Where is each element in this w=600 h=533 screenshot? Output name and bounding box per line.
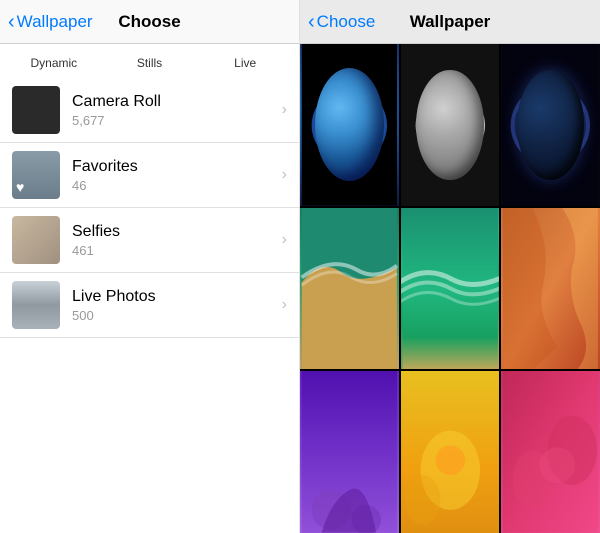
moon-wallpaper-cell[interactable]: [401, 44, 500, 206]
night-earth-wallpaper-cell[interactable]: [501, 44, 600, 206]
live-photos-text: Live Photos 500: [72, 288, 282, 323]
live-photos-count: 500: [72, 308, 282, 323]
camera-roll-thumb: [12, 86, 60, 134]
right-nav-bar: ‹ Choose Wallpaper: [300, 0, 600, 44]
category-thumbnails: Dynamic Stills: [0, 44, 299, 78]
dynamic-category[interactable]: Dynamic: [8, 52, 100, 78]
favorites-thumb: [12, 151, 60, 199]
camera-roll-name: Camera Roll: [72, 93, 282, 111]
live-photos-item[interactable]: Live Photos 500 ›: [0, 273, 299, 338]
earth-wallpaper-cell[interactable]: [300, 44, 399, 206]
favorites-item[interactable]: Favorites 46 ›: [0, 143, 299, 208]
camera-roll-chevron-icon: ›: [282, 101, 287, 119]
right-back-label: Choose: [317, 12, 376, 32]
photo-albums-list: Camera Roll 5,677 › Favorites 46 › Selfi…: [0, 78, 299, 533]
wave2-wallpaper-cell[interactable]: [401, 208, 500, 370]
wallpaper-photo-grid: [300, 44, 600, 533]
left-nav-title: Choose: [118, 12, 180, 32]
right-back-button[interactable]: ‹ Choose: [308, 12, 375, 32]
camera-roll-text: Camera Roll 5,677: [72, 93, 282, 128]
live-photos-chevron-icon: ›: [282, 296, 287, 314]
right-chevron-icon: ‹: [308, 12, 315, 32]
dynamic-label: Dynamic: [8, 52, 100, 78]
left-back-label: Wallpaper: [17, 12, 93, 32]
right-nav-title: Wallpaper: [410, 12, 491, 32]
abstract-wallpaper-cell[interactable]: [501, 208, 600, 370]
selfies-count: 461: [72, 243, 282, 258]
favorites-count: 46: [72, 178, 282, 193]
left-nav-bar: ‹ Wallpaper Choose: [0, 0, 299, 44]
favorites-name: Favorites: [72, 158, 282, 176]
camera-roll-item[interactable]: Camera Roll 5,677 ›: [0, 78, 299, 143]
yellow-flower-wallpaper-cell[interactable]: [401, 371, 500, 533]
selfies-name: Selfies: [72, 223, 282, 241]
wave1-wallpaper-cell[interactable]: [300, 208, 399, 370]
pink-flower-wallpaper-cell[interactable]: [501, 371, 600, 533]
live-photos-thumb: [12, 281, 60, 329]
stills-label: Stills: [104, 52, 196, 78]
favorites-text: Favorites 46: [72, 158, 282, 193]
left-chevron-icon: ‹: [8, 12, 15, 32]
live-label: Live: [199, 52, 291, 78]
selfies-item[interactable]: Selfies 461 ›: [0, 208, 299, 273]
live-category[interactable]: Live: [199, 52, 291, 78]
right-panel: ‹ Choose Wallpaper: [300, 0, 600, 533]
selfies-text: Selfies 461: [72, 223, 282, 258]
live-photos-name: Live Photos: [72, 288, 282, 306]
selfies-chevron-icon: ›: [282, 231, 287, 249]
left-panel: ‹ Wallpaper Choose Dynamic: [0, 0, 300, 533]
selfies-thumb: [12, 216, 60, 264]
favorites-chevron-icon: ›: [282, 166, 287, 184]
purple-wallpaper-cell[interactable]: [300, 371, 399, 533]
camera-roll-count: 5,677: [72, 113, 282, 128]
left-back-button[interactable]: ‹ Wallpaper: [8, 12, 93, 32]
stills-category[interactable]: Stills: [104, 52, 196, 78]
